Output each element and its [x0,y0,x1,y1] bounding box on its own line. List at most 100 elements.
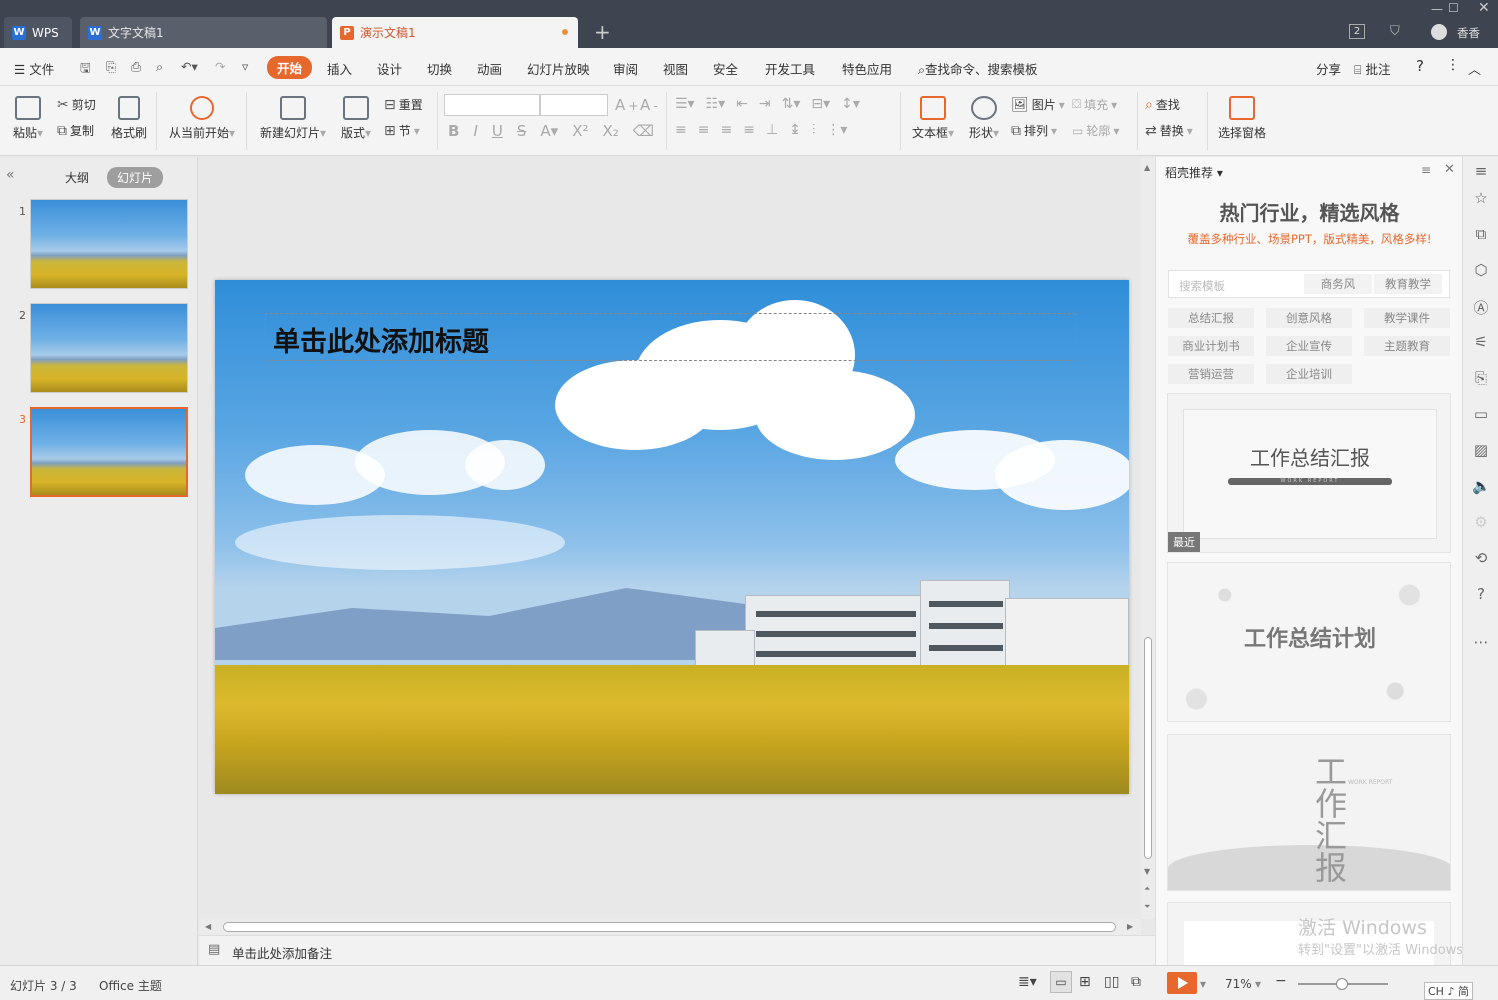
tag-courseware[interactable]: 教学课件 [1364,308,1450,328]
history-icon[interactable]: ⟲ [1472,549,1490,567]
scrollbar-thumb[interactable] [223,922,1116,932]
menu-tab-transition[interactable]: 切换 [427,59,452,78]
replace-button[interactable]: ⇄ 替换 ▾ [1145,122,1193,139]
scrollbar-thumb[interactable] [1144,637,1152,859]
justify-icon[interactable]: ≡ [743,122,755,138]
copy-button[interactable]: ⧉ 复制 [57,122,94,139]
prev-slide-icon[interactable]: ⏶ [1144,884,1150,894]
reading-view-icon[interactable]: ▯▯ [1104,974,1119,990]
input-method-indicator[interactable]: CH ♪ 简 [1424,982,1473,1000]
text-style-icon[interactable]: Ⓐ [1472,297,1490,317]
collapse-panel-icon[interactable]: « [6,167,15,183]
text-direction-icon[interactable]: ⇅▾ [782,96,801,112]
underline-icon[interactable]: U [492,122,503,140]
menu-tab-design[interactable]: 设计 [377,59,402,78]
layout-button[interactable]: 版式▾ [337,96,375,141]
menu-tab-slideshow[interactable]: 幻灯片放映 [527,59,590,78]
avatar[interactable] [1431,24,1447,40]
increase-indent-icon[interactable]: ⇥ [759,96,771,112]
tab-writer-document[interactable]: W 文字文稿1 [80,17,327,48]
command-search[interactable]: ⌕查找命令、搜索模板 [918,59,1038,78]
menu-tab-animation[interactable]: 动画 [477,59,502,78]
slide-title-placeholder[interactable]: 单击此处添加标题 [273,320,489,359]
picture-button[interactable]: 🖼 图片 ▾ [1011,96,1065,113]
numbered-list-icon[interactable]: ☷▾ [706,96,726,112]
close-panel-icon[interactable]: ✕ [1444,162,1455,177]
user-name[interactable]: 香香 [1457,25,1480,41]
tag-summary-report[interactable]: 总结汇报 [1168,308,1254,328]
slideshow-dropdown-icon[interactable]: ▾ [1200,977,1206,991]
tab-outline[interactable]: 大纲 [55,167,99,188]
grow-font-icon[interactable]: A + [615,96,639,114]
scroll-right-icon[interactable]: ▶ [1127,922,1133,931]
shrink-font-icon[interactable]: A- [640,96,658,114]
collapse-ribbon-icon[interactable]: ︿ [1468,59,1481,78]
distribute-icon[interactable]: ⊥ [766,122,778,138]
play-from-current-button[interactable]: 从当前开始▾ [166,96,238,141]
tab-wps-home[interactable]: W WPS [4,17,72,48]
subscript-icon[interactable]: X₂ [602,122,618,140]
cut-button[interactable]: ✂ 剪切 [57,96,96,113]
template-search-box[interactable]: 搜索模板 商务风 教育教学 [1168,270,1450,298]
help-circle-icon[interactable]: ? [1472,585,1490,603]
horizontal-scrollbar[interactable]: ◀ ▶ [199,919,1141,935]
slideshow-play-button[interactable] [1167,972,1197,994]
template-card-3[interactable]: 工作汇报 WORK REPORT [1167,734,1451,891]
skin-shirt-icon[interactable]: ⛉ [1390,24,1400,39]
current-slide[interactable]: 单击此处添加标题 [215,280,1129,794]
font-color-icon[interactable]: A▾ [540,122,558,140]
more-tools-icon[interactable]: ⋯ [1472,633,1490,651]
normal-view-icon[interactable]: ▭ [1050,971,1072,993]
line-spacing-icon[interactable]: ↕▾ [841,96,860,112]
next-slide-icon[interactable]: ⏷ [1144,902,1150,912]
zoom-slider-handle[interactable] [1336,978,1348,990]
help-icon[interactable]: ? [1416,57,1424,75]
align-left-icon[interactable]: ≡ [675,122,687,138]
clear-format-icon[interactable]: ⌫ [633,122,654,140]
align-text-icon[interactable]: ⊟▾ [811,96,830,112]
vertical-scrollbar[interactable]: ▲ ▼ ⏶ ⏷ [1141,157,1155,919]
more-options-icon[interactable]: ⋮ [1446,57,1460,73]
slide-library-icon[interactable]: ⎘ [1472,369,1490,387]
slide-thumbnail-1[interactable] [30,199,188,289]
align-center-icon[interactable]: ≡ [698,122,710,138]
column-icon[interactable]: ⫶ [812,122,816,138]
print-icon[interactable]: ⎙ [131,59,141,75]
notes-area[interactable]: ▤ 单击此处添加备注 [199,935,1155,965]
zoom-out-icon[interactable]: − [1275,973,1287,989]
save-icon[interactable]: 🖫 [80,59,91,80]
window-count-badge[interactable]: 2 [1349,24,1365,39]
menu-tab-special[interactable]: 特色应用 [842,59,892,78]
share-button[interactable]: 分享 [1316,59,1341,78]
print-preview-icon[interactable]: ⌕ [156,59,163,75]
template-card-1[interactable]: 工作总结汇报 WORK REPORT 最近 [1167,393,1451,553]
menu-tab-view[interactable]: 视图 [663,59,688,78]
minimize-icon[interactable]: — [1431,2,1443,16]
menu-tab-developer[interactable]: 开发工具 [765,59,815,78]
tag-creative-style[interactable]: 创意风格 [1266,308,1352,328]
tab-slides[interactable]: 幻灯片 [107,167,164,188]
new-slide-button[interactable]: 新建幻灯片▾ [257,96,329,141]
file-menu[interactable]: ☰ 文件 [14,59,54,78]
scroll-down-icon[interactable]: ▼ [1144,867,1150,876]
maximize-icon[interactable]: ☐ [1448,1,1459,15]
panel-menu-icon[interactable]: ≡ [1421,163,1431,177]
recommend-star-icon[interactable]: ☆ [1472,189,1490,207]
zoom-dropdown-icon[interactable]: ▾ [1255,977,1261,991]
format-painter-button[interactable]: 格式刷 [108,96,150,141]
slide-thumbnail-2[interactable] [30,303,188,393]
redo-icon[interactable]: ↷ [215,59,225,74]
tag-company-promo[interactable]: 企业宣传 [1266,336,1352,356]
bold-icon[interactable]: B [448,122,459,140]
strikethrough-icon[interactable]: S [517,122,527,140]
export-pdf-icon[interactable]: ⎘ [106,59,116,75]
notes-placeholder[interactable]: 单击此处添加备注 [232,943,332,962]
font-size-select[interactable] [540,94,608,116]
new-tab-plus-icon[interactable]: + [594,20,611,44]
paragraph-spacing-icon[interactable]: ↨ [789,122,801,138]
reset-button[interactable]: ⊟ 重置 [384,96,423,113]
search-tag-education[interactable]: 教育教学 [1374,274,1442,294]
find-button[interactable]: ⌕ 查找 [1145,96,1180,113]
selection-pane-button[interactable]: 选择窗格 [1216,96,1268,141]
align-right-icon[interactable]: ≡ [720,122,732,138]
